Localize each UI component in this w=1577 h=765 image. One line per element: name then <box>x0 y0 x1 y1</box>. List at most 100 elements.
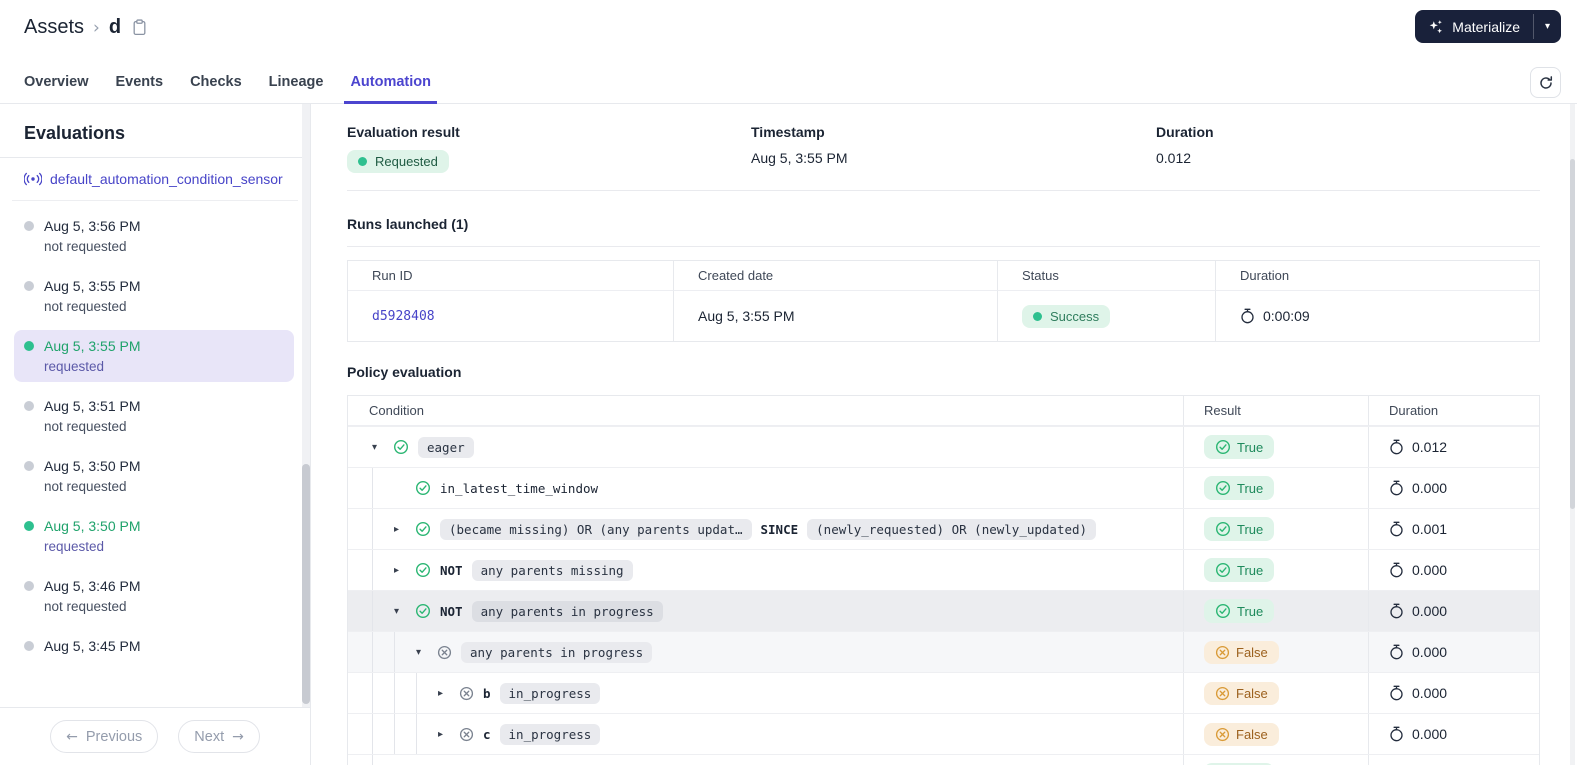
result-cell: False <box>1183 714 1368 754</box>
condition-cell: ▾ eager <box>348 427 1183 467</box>
main-scrollbar-thumb[interactable] <box>1570 159 1575 509</box>
condition-false-icon <box>437 645 452 660</box>
collapse-caret-icon[interactable]: ▾ <box>372 442 393 453</box>
result-cell: True <box>1183 550 1368 590</box>
green-dot-icon <box>1033 311 1042 321</box>
evaluation-time: Aug 5, 3:46 PM <box>44 578 141 594</box>
policy-condition-row[interactable]: in_latest_time_window True 0.000 <box>348 467 1539 508</box>
condition-true-icon <box>415 480 431 496</box>
tab-overview[interactable]: Overview <box>24 74 89 103</box>
result-cell: True <box>1183 509 1368 549</box>
indent-guide <box>372 632 394 672</box>
previous-button-label: Previous <box>85 728 143 745</box>
evaluation-item[interactable]: Aug 5, 3:55 PM not requested <box>14 270 294 322</box>
duration-value: 0.012 <box>1412 439 1448 455</box>
indent-guide <box>394 632 416 672</box>
duration-label: Duration <box>1156 124 1214 140</box>
result-false-badge: False <box>1204 722 1279 746</box>
evaluation-item[interactable]: Aug 5, 3:50 PM requested <box>14 510 294 562</box>
evaluation-item[interactable]: Aug 5, 3:56 PM not requested <box>14 210 294 262</box>
timestamp-label: Timestamp <box>751 124 825 140</box>
result-false-badge: False <box>1204 640 1279 664</box>
refresh-button[interactable] <box>1530 67 1561 98</box>
arrow-left-icon: ← <box>66 728 78 745</box>
result-badge-label: True <box>1237 480 1264 496</box>
app-header: Assets › d Materialize ▾ Overview Events… <box>0 0 1577 104</box>
evaluation-item[interactable]: Aug 5, 3:55 PM requested <box>14 330 294 382</box>
evaluation-time: Aug 5, 3:45 PM <box>44 638 141 654</box>
condition-tag: any parents in progress <box>471 600 663 622</box>
sensor-link-row[interactable]: default_automation_condition_sensor <box>0 158 310 200</box>
evaluation-item[interactable]: Aug 5, 3:50 PM not requested <box>14 450 294 502</box>
expand-caret-icon[interactable]: ▸ <box>394 524 415 535</box>
evaluation-status: not requested <box>44 239 127 254</box>
evaluation-item[interactable]: Aug 5, 3:46 PM not requested <box>14 570 294 622</box>
runs-column-header: Duration <box>1215 261 1539 291</box>
condition-keyword: NOT <box>440 562 463 578</box>
x-circle-icon <box>1215 645 1230 660</box>
condition-tag: (became missing) OR (any parents updat… <box>440 518 752 540</box>
x-circle-icon <box>1215 727 1230 742</box>
status-dot-icon <box>24 461 34 471</box>
previous-button[interactable]: ← Previous <box>50 720 159 753</box>
duration-value: 0.001 <box>1412 521 1448 537</box>
evaluation-item-row: Aug 5, 3:55 PM <box>24 338 284 354</box>
run-status-cell: Success <box>997 291 1215 341</box>
evaluation-item[interactable]: Aug 5, 3:51 PM not requested <box>14 390 294 442</box>
green-dot-icon <box>358 157 367 166</box>
tab-lineage[interactable]: Lineage <box>269 74 324 103</box>
evaluation-status: not requested <box>44 599 127 614</box>
condition-true-icon <box>393 439 409 455</box>
policy-condition-row[interactable]: ▸ NOT any parents missing True 0.000 <box>348 549 1539 590</box>
evaluation-status: requested <box>44 539 105 554</box>
run-created-cell: Aug 5, 3:55 PM <box>673 291 997 341</box>
indent-guide <box>394 673 416 713</box>
expand-caret-icon[interactable]: ▸ <box>438 688 459 699</box>
collapse-caret-icon[interactable]: ▾ <box>394 606 415 617</box>
policy-condition-row[interactable]: ▾ NOT any parents in progress True 0.000 <box>348 590 1539 631</box>
condition-true-icon <box>415 562 431 578</box>
breadcrumb: Assets › d <box>0 0 1577 39</box>
run-duration-value: 0:00:09 <box>1263 308 1310 324</box>
condition-true-icon <box>415 603 431 619</box>
refresh-icon <box>1539 75 1552 89</box>
evaluation-time: Aug 5, 3:50 PM <box>44 518 141 534</box>
condition-cell: in_latest_time_window <box>348 468 1183 508</box>
evaluation-status: not requested <box>44 479 127 494</box>
stopwatch-icon <box>1389 603 1404 619</box>
materialize-button[interactable]: Materialize <box>1415 10 1533 43</box>
expand-caret-icon[interactable]: ▸ <box>438 729 459 740</box>
policy-condition-row[interactable]: ▾ any parents in progress False 0.000 <box>348 631 1539 672</box>
divider <box>347 246 1540 247</box>
evaluation-status: not requested <box>44 419 127 434</box>
policy-condition-row[interactable]: ▾ eager True 0.012 <box>348 426 1539 467</box>
tab-checks[interactable]: Checks <box>190 74 242 103</box>
result-true-badge: True <box>1204 599 1275 623</box>
condition-tag: in_progress <box>499 682 601 704</box>
policy-condition-row[interactable]: ▸ (became missing) OR (any parents updat…… <box>348 508 1539 549</box>
evaluation-detail-panel: Evaluation result Requested Timestamp Au… <box>311 104 1577 765</box>
policy-condition-row[interactable]: ▸ c in_progress False 0.000 <box>348 713 1539 754</box>
expand-caret-icon[interactable]: ▸ <box>394 565 415 576</box>
duration-value: 0.000 <box>1412 685 1448 701</box>
policy-condition-row[interactable]: ▸ b in_progress False 0.000 <box>348 672 1539 713</box>
duration-value: 0.000 <box>1412 726 1448 742</box>
breadcrumb-assets-link[interactable]: Assets <box>24 16 84 39</box>
condition-tag: (newly_requested) OR (newly_updated) <box>807 518 1097 540</box>
evaluation-item[interactable]: Aug 5, 3:45 PM <box>14 630 294 662</box>
duration-value: 0.000 <box>1412 562 1448 578</box>
sidebar-scrollbar-thumb[interactable] <box>302 464 310 704</box>
tab-events[interactable]: Events <box>116 74 164 103</box>
timestamp-value: Aug 5, 3:55 PM <box>751 150 848 166</box>
policy-condition-row[interactable]: ▸NOTin_progressTrue0.011 <box>348 754 1539 765</box>
copy-icon[interactable] <box>132 19 147 36</box>
collapse-caret-icon[interactable]: ▾ <box>416 647 437 658</box>
next-button[interactable]: Next → <box>178 720 260 753</box>
chevron-right-icon: › <box>93 17 100 38</box>
run-id-link[interactable]: d5928408 <box>372 309 435 324</box>
materialize-dropdown-button[interactable]: ▾ <box>1534 10 1561 43</box>
policy-column-header: Result <box>1183 396 1368 426</box>
tab-automation[interactable]: Automation <box>344 74 437 104</box>
evaluation-item-row: Aug 5, 3:45 PM <box>24 638 284 654</box>
indent-guide <box>416 714 438 754</box>
